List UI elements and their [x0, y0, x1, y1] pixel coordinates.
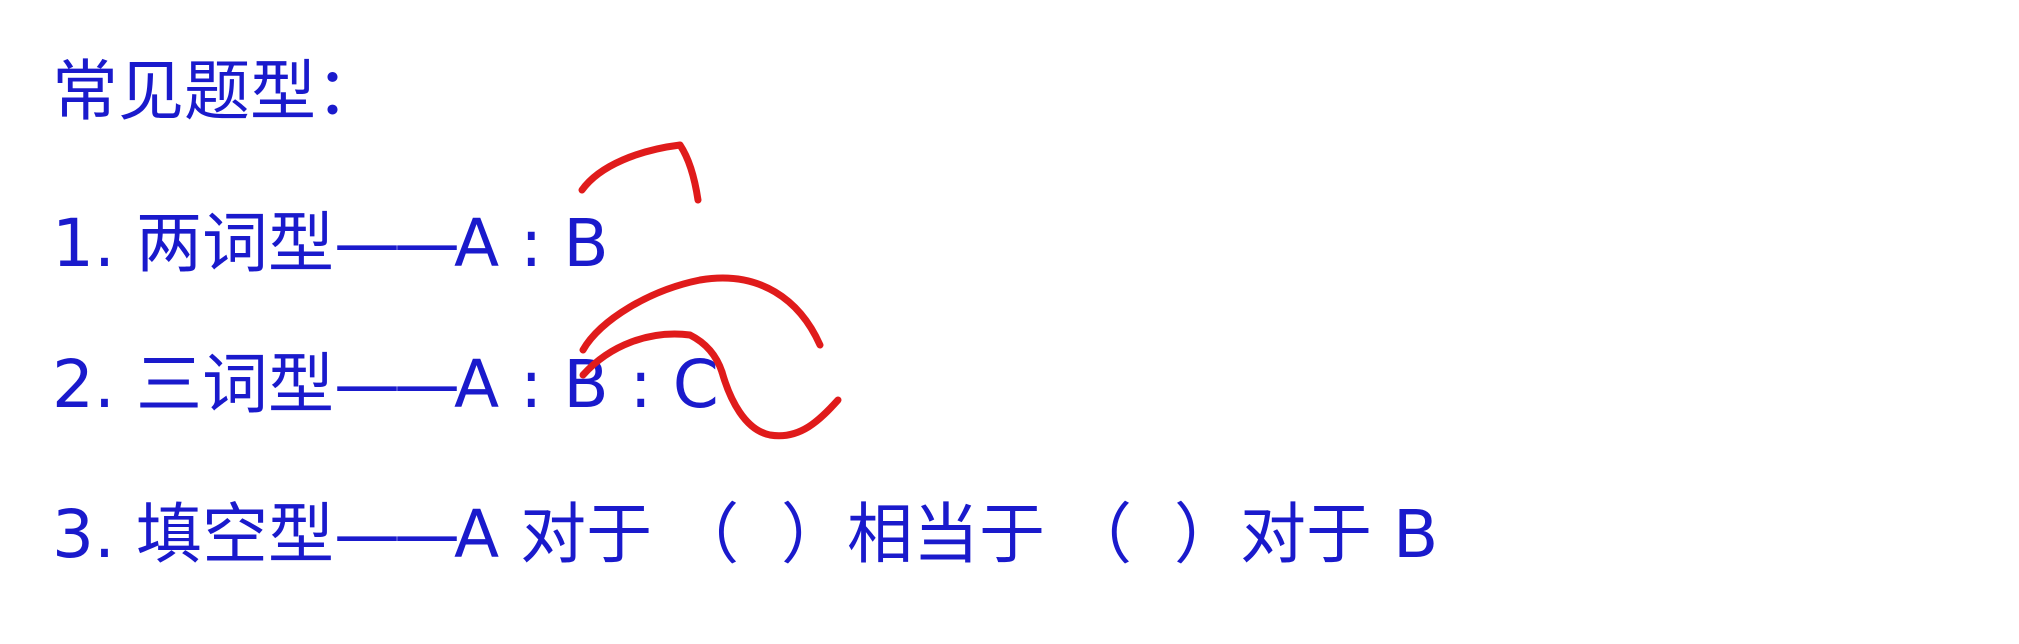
item-type-name: 两词型 [135, 205, 334, 282]
item-type-name: 三词型 [135, 346, 334, 423]
item-formula: A : B [453, 205, 609, 282]
slide: { "heading": "常见题型：", "items": [ { "numb… [0, 0, 2019, 644]
list-item-three-word: 2. 三词型——A : B : C [52, 345, 719, 425]
em-dash: —— [333, 346, 460, 423]
ink-arc-a-to-b [578, 141, 702, 204]
list-item-fill-blank: 3. 填空型——A 对于 （ ）相当于 （ ）对于 B [52, 495, 1438, 575]
item-number: 1. [52, 205, 115, 282]
ink-arc-a-to-c [579, 274, 824, 354]
em-dash: —— [333, 496, 460, 573]
item-number: 2. [52, 346, 115, 423]
list-item-two-word: 1. 两词型——A : B [52, 204, 609, 284]
item-formula: A 对于 （ ）相当于 （ ）对于 B [453, 496, 1439, 573]
em-dash: —— [333, 205, 460, 282]
ink-arc-b-to-c-lower [718, 368, 842, 440]
page-title: 常见题型： [52, 53, 382, 130]
item-type-name: 填空型 [135, 496, 334, 573]
item-number: 3. [52, 496, 115, 573]
item-formula: A : B : C [453, 346, 719, 423]
